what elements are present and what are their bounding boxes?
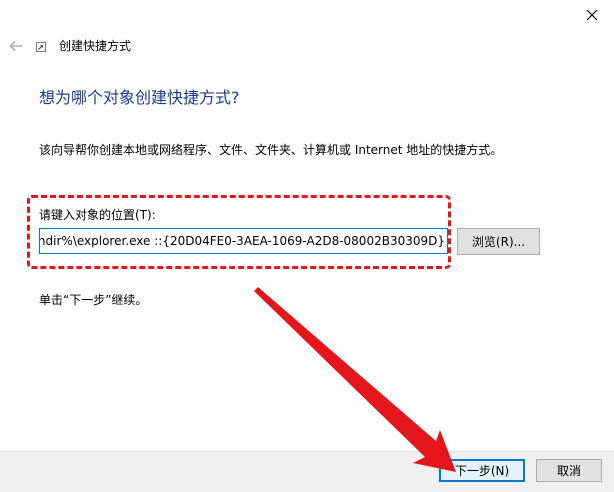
location-input-value: %windir%\explorer.exe ::{20D04FE0-3AEA-1… bbox=[39, 234, 445, 248]
wizard-description: 该向导帮你创建本地或网络程序、文件、文件夹、计算机或 Internet 地址的快… bbox=[39, 143, 503, 157]
cancel-button[interactable]: 取消 bbox=[536, 459, 602, 482]
wizard-title: 创建快捷方式 bbox=[59, 39, 132, 53]
back-arrow-icon bbox=[9, 41, 22, 51]
back-button[interactable] bbox=[4, 34, 28, 58]
browse-button[interactable]: 浏览(R)... bbox=[457, 228, 540, 255]
page-heading: 想为哪个对象创建快捷方式? bbox=[39, 88, 240, 107]
close-button[interactable] bbox=[570, 0, 614, 30]
location-label: 请键入对象的位置(T): bbox=[39, 208, 156, 222]
next-button[interactable]: 下一步(N) bbox=[439, 459, 525, 482]
location-input[interactable]: %windir%\explorer.exe ::{20D04FE0-3AEA-1… bbox=[39, 228, 448, 254]
close-icon bbox=[586, 9, 598, 21]
continue-hint: 单击“下一步”继续。 bbox=[39, 293, 148, 307]
shortcut-icon bbox=[36, 42, 46, 52]
